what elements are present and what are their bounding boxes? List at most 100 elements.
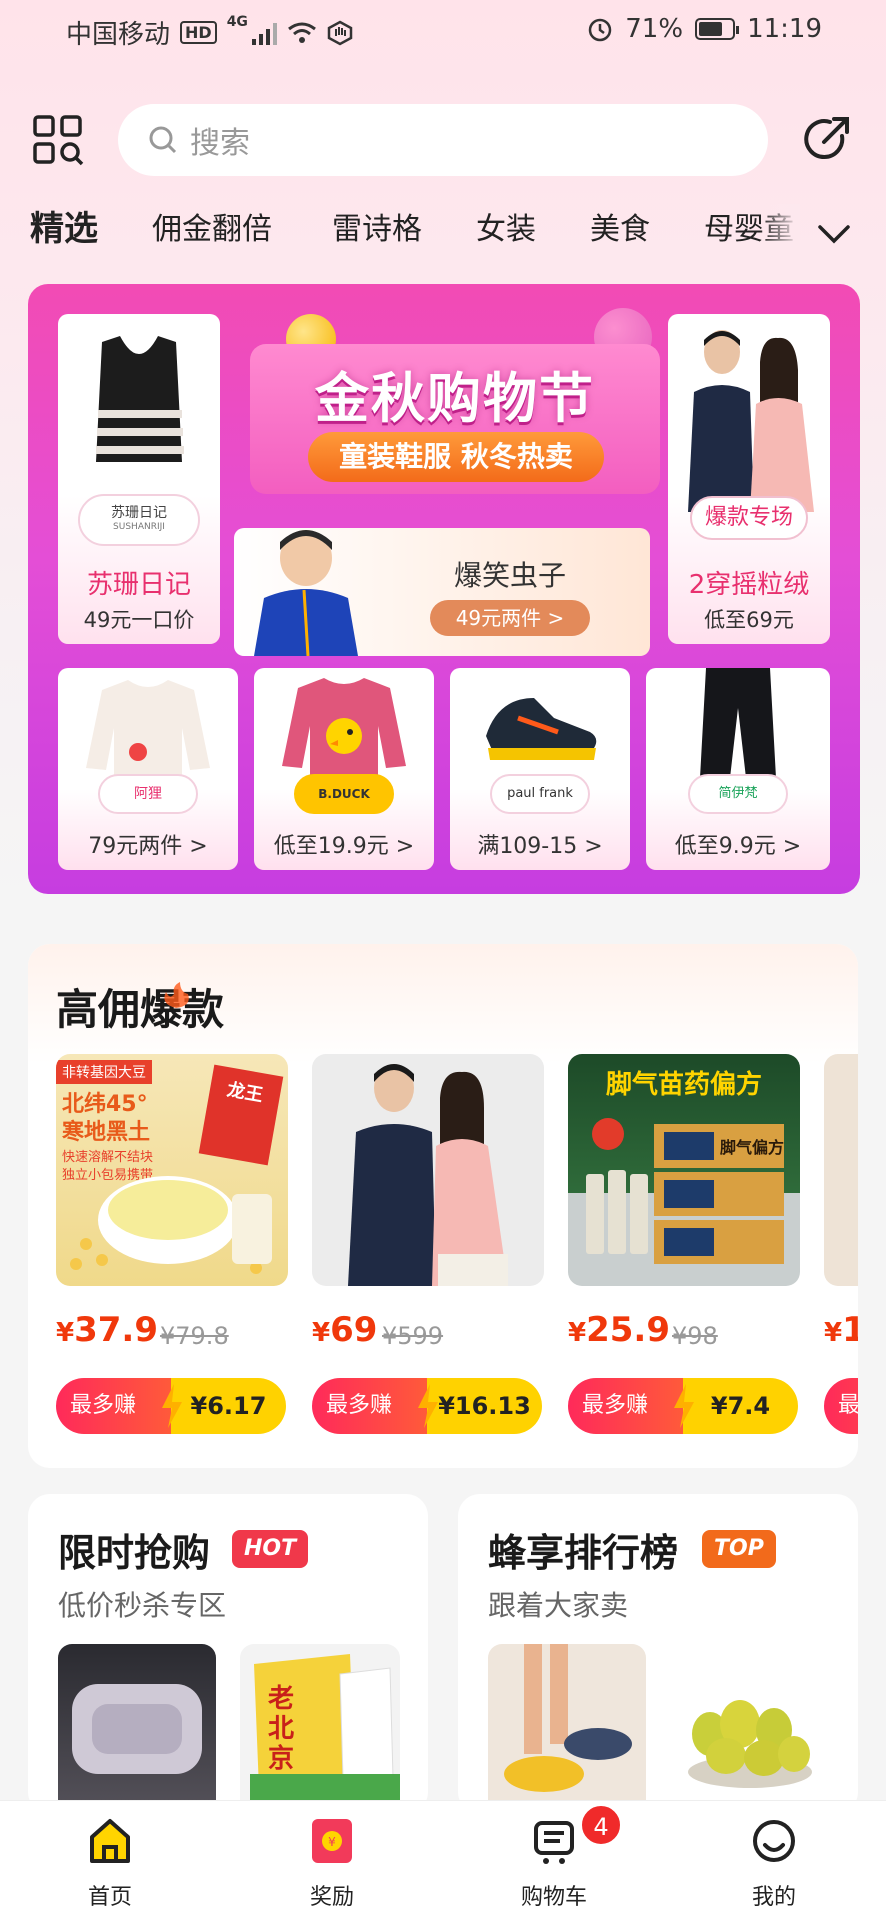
hot-badge: HOT bbox=[232, 1530, 309, 1568]
promo-banner[interactable]: 金秋购物节 童装鞋服 秋冬热卖 苏珊日记 SUSHANRIJI 苏珊日记 49元… bbox=[28, 284, 860, 894]
brand-card-small-2[interactable]: B.DUCK 低至19.9元 > bbox=[254, 668, 434, 870]
product-original-price: ¥98 bbox=[672, 1322, 718, 1350]
search-icon bbox=[149, 126, 177, 154]
brand-logo-sushan: 苏珊日记 SUSHANRIJI bbox=[78, 494, 200, 546]
soy-bowl-image bbox=[70, 1176, 272, 1274]
clock: 11:19 bbox=[747, 14, 822, 44]
banner-subtitle: 童装鞋服 秋冬热卖 bbox=[308, 432, 604, 482]
product-image[interactable]: 老北京 bbox=[240, 1644, 400, 1814]
hot-tag: 爆款专场 bbox=[690, 496, 808, 540]
brand-price: 低至69元 bbox=[704, 608, 794, 632]
card-deal-label: 低至19.9元 > bbox=[273, 834, 415, 859]
cart-icon bbox=[534, 1821, 574, 1864]
home-icon bbox=[90, 1819, 130, 1863]
nav-label: 我的 bbox=[751, 1885, 796, 1910]
product-image[interactable] bbox=[312, 1054, 544, 1286]
product-brand: 龙王 bbox=[225, 1079, 265, 1107]
scan-icon[interactable] bbox=[32, 114, 84, 166]
ranking-title: 蜂享排行榜 bbox=[488, 1531, 679, 1575]
nav-profile[interactable]: 我的 bbox=[714, 1801, 834, 1920]
svg-text:¥: ¥ bbox=[328, 1835, 336, 1849]
nav-label: 奖励 bbox=[309, 1885, 354, 1910]
brand-card-fleece[interactable]: 爆款专场 2穿摇粒绒 低至69元 bbox=[668, 314, 830, 644]
share-icon[interactable] bbox=[800, 114, 852, 166]
earn-button[interactable]: 最 bbox=[824, 1378, 858, 1434]
brand-card-small-1[interactable]: 阿狸 79元两件 > bbox=[58, 668, 238, 870]
card-deal-label: 79元两件 > bbox=[88, 834, 208, 859]
product-image[interactable]: 非转基因大豆 北纬45° 寒地黑土 快速溶解不结块 独立小包易携带 龙王 bbox=[56, 1054, 288, 1286]
product-text: 快速溶解不结块 bbox=[62, 1150, 154, 1165]
mango-image bbox=[688, 1700, 812, 1788]
nav-label: 首页 bbox=[87, 1885, 132, 1910]
product-price: ¥1 bbox=[824, 1310, 858, 1350]
nav-reward[interactable]: ¥ 奖励 bbox=[272, 1801, 392, 1920]
brand-card-small-3[interactable]: paul frank 满109-15 > bbox=[450, 668, 630, 870]
flash-sale-title: 限时抢购 bbox=[58, 1531, 211, 1575]
earn-label: 最多赚 bbox=[568, 1378, 683, 1434]
striped-vest-image bbox=[96, 336, 184, 462]
earn-label: 最多赚 bbox=[56, 1378, 171, 1434]
product-brand: 老北京 bbox=[268, 1684, 295, 1774]
card-deal-label: 低至9.9元 > bbox=[674, 834, 802, 859]
brand-card-sushan[interactable]: 苏珊日记 SUSHANRIJI 苏珊日记 49元一口价 bbox=[58, 314, 220, 644]
alarm-icon bbox=[589, 18, 612, 42]
tab-food[interactable]: 美食 bbox=[590, 204, 650, 248]
product-text: 脚气苗药偏方 bbox=[605, 1070, 762, 1100]
product-image[interactable]: 脚气苗药偏方 脚气偏方 bbox=[568, 1054, 800, 1286]
sneaker-image bbox=[486, 698, 597, 760]
cart-count-badge: 4 bbox=[580, 1804, 622, 1846]
network-type: 4G bbox=[226, 14, 248, 30]
product-image[interactable] bbox=[824, 1054, 858, 1286]
tab-womens-wear[interactable]: 女装 bbox=[476, 204, 536, 248]
brand-logo: paul frank bbox=[490, 774, 590, 814]
signal-icon bbox=[251, 21, 277, 45]
tab-leishige[interactable]: 雷诗格 bbox=[332, 204, 422, 248]
chevron-down-icon[interactable] bbox=[816, 222, 852, 246]
earn-amount: ¥7.4 bbox=[683, 1378, 798, 1434]
pillow-image bbox=[72, 1684, 202, 1774]
earn-button[interactable]: 最多赚 ¥16.13 bbox=[312, 1378, 542, 1434]
section-title: 高佣爆款 bbox=[56, 985, 225, 1034]
product-text: 脚气偏方 bbox=[720, 1138, 785, 1157]
couple-fleece-image bbox=[688, 330, 814, 512]
flash-sale-subtitle: 低价秒杀专区 bbox=[58, 1589, 227, 1622]
duck-sweater-image bbox=[282, 678, 406, 778]
brand-logo: B.DUCK bbox=[294, 774, 394, 814]
product-image[interactable] bbox=[58, 1644, 216, 1814]
reward-icon: ¥ bbox=[312, 1819, 352, 1863]
product-image[interactable] bbox=[488, 1644, 646, 1814]
flash-sale-card[interactable]: 限时抢购 HOT 低价秒杀专区 老北京 bbox=[28, 1494, 428, 1814]
product-price: ¥25.9 bbox=[568, 1310, 670, 1350]
earn-amount: ¥16.13 bbox=[427, 1378, 542, 1434]
brand-name: 2穿摇粒绒 bbox=[688, 570, 810, 600]
banner-title-plate: 金秋购物节 童装鞋服 秋冬热卖 bbox=[250, 344, 660, 494]
couple-fleece-image bbox=[348, 1064, 508, 1286]
snack-bag-image bbox=[250, 1654, 400, 1814]
earn-amount: ¥6.17 bbox=[171, 1378, 286, 1434]
nav-home[interactable]: 首页 bbox=[50, 1801, 170, 1920]
product-image[interactable] bbox=[670, 1644, 830, 1814]
product-tag: 非转基因大豆 bbox=[56, 1060, 152, 1084]
brand-name: 苏珊日记 bbox=[86, 570, 191, 600]
ointment-boxes-image bbox=[586, 1118, 784, 1264]
brand-logo: 简伊梵 bbox=[688, 774, 788, 814]
brand-deal-button[interactable]: 49元两件 > bbox=[430, 600, 590, 636]
hd-icon: HD bbox=[180, 21, 217, 44]
earn-button[interactable]: 最多赚 ¥7.4 bbox=[568, 1378, 798, 1434]
search-input[interactable]: 搜索 bbox=[118, 104, 768, 176]
brand-card-small-4[interactable]: 简伊梵 低至9.9元 > bbox=[646, 668, 830, 870]
brand-card-baoxiaochongzi[interactable]: 爆笑虫子 49元两件 > bbox=[234, 528, 650, 656]
boy-jacket-image bbox=[254, 530, 358, 656]
tab-commission-double[interactable]: 佣金翻倍 bbox=[152, 204, 272, 248]
bottom-nav: 首页 ¥ 奖励 购物车 我的 bbox=[0, 1800, 886, 1920]
ranking-card[interactable]: 蜂享排行榜 TOP 跟着大家卖 bbox=[458, 1494, 858, 1814]
search-placeholder: 搜索 bbox=[190, 126, 250, 161]
ranking-subtitle: 跟着大家卖 bbox=[488, 1589, 629, 1622]
brand-name: 爆笑虫子 bbox=[453, 559, 566, 592]
slippers-image bbox=[504, 1644, 632, 1792]
bolt-icon bbox=[162, 1384, 182, 1428]
category-tabs: 精选 佣金翻倍 雷诗格 女装 美食 母婴童 bbox=[0, 204, 886, 260]
earn-button[interactable]: 最多赚 ¥6.17 bbox=[56, 1378, 286, 1434]
tab-selected[interactable]: 精选 bbox=[30, 201, 98, 250]
nav-label: 购物车 bbox=[520, 1885, 587, 1910]
